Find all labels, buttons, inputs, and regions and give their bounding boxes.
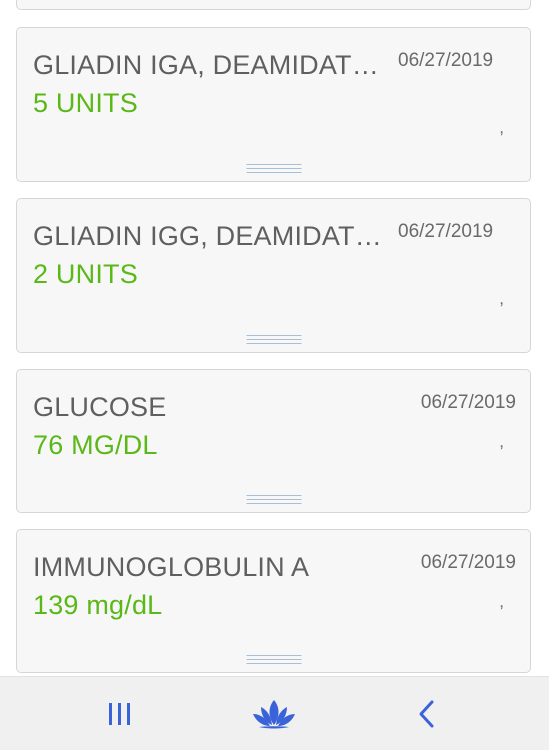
recent-apps-button[interactable] (80, 677, 160, 750)
test-date: 06/27/2019 (420, 552, 516, 573)
test-value: 76 MG/DL (33, 430, 158, 460)
test-value: 139 mg/dL (33, 590, 163, 620)
test-note: , (499, 592, 504, 611)
test-name: GLUCOSE (33, 392, 167, 422)
result-card[interactable]: GLUCOSE 76 MG/DL 06/27/2019 , (16, 369, 531, 513)
test-name: GLIADIN IGA, DEAMIDATED PEPTIDE (33, 50, 388, 80)
test-date: 06/27/2019 (398, 221, 494, 242)
result-card[interactable]: IMMUNOGLOBULIN A 139 mg/dL 06/27/2019 , (16, 529, 531, 673)
test-value: 2 UNITS (33, 259, 138, 289)
recent-apps-icon (109, 702, 130, 725)
test-note: , (499, 432, 504, 451)
result-card[interactable]: GLIADIN IGA, DEAMIDATED PEPTIDE 5 UNITS … (16, 27, 531, 182)
test-value: 5 UNITS (33, 88, 138, 118)
lotus-home-icon (253, 699, 295, 728)
test-date: 06/27/2019 (398, 50, 494, 71)
test-note: , (499, 289, 504, 308)
test-name: GLIADIN IGG, DEAMIDATED PEPTIDE (33, 221, 388, 251)
test-name: IMMUNOGLOBULIN A (33, 552, 310, 582)
drag-handle-icon[interactable] (246, 335, 301, 344)
test-note: , (499, 118, 504, 137)
drag-handle-icon[interactable] (246, 655, 301, 664)
home-button[interactable] (234, 677, 314, 750)
drag-handle-icon[interactable] (246, 164, 301, 173)
back-icon (419, 700, 434, 727)
result-card[interactable]: GLIADIN IGG, DEAMIDATED PEPTIDE 2 UNITS … (16, 198, 531, 353)
drag-handle-icon[interactable] (246, 495, 301, 504)
system-navigation-bar (0, 676, 549, 750)
results-list[interactable]: GLIADIN IGA, DEAMIDATED PEPTIDE 5 UNITS … (0, 0, 549, 677)
back-button[interactable] (387, 677, 467, 750)
test-date: 06/27/2019 (420, 392, 516, 413)
result-card-partial[interactable] (16, 0, 531, 10)
